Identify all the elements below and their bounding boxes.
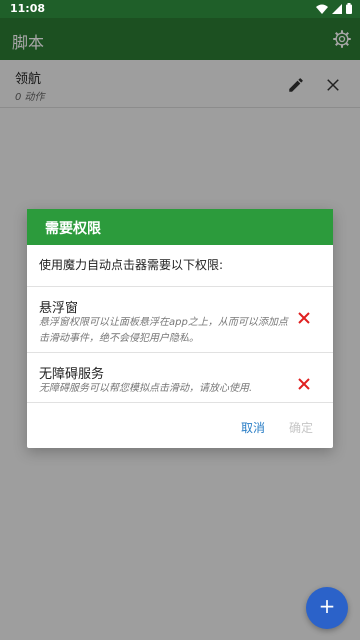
divider <box>27 352 333 353</box>
divider <box>27 286 333 287</box>
divider <box>27 402 333 403</box>
signal-icon <box>332 3 342 14</box>
x-icon <box>298 312 310 324</box>
status-time: 11:08 <box>10 2 46 15</box>
permission-title: 悬浮窗 <box>39 301 79 316</box>
dialog-description: 使用魔力自动点击器需要以下权限: <box>39 258 224 272</box>
permission-description: 无障碍服务可以帮您模拟点击滑动，请放心使用. <box>39 383 253 394</box>
status-icons <box>316 3 352 14</box>
plus-icon: + <box>318 594 336 618</box>
confirm-button[interactable]: 确定 <box>289 419 313 436</box>
permission-description: 悬浮窗权限可以让面板悬浮在app之上，从而可以添加点击滑动事件，绝不会侵犯用户隐… <box>39 317 288 344</box>
cancel-button[interactable]: 取消 <box>241 419 265 436</box>
x-icon <box>298 378 310 390</box>
permission-title: 无障碍服务 <box>39 367 105 382</box>
dialog-header: 需要权限 <box>27 209 333 245</box>
status-bar: 11:08 <box>0 0 360 18</box>
dialog-title: 需要权限 <box>45 221 101 237</box>
add-script-button[interactable]: + <box>306 587 348 629</box>
permission-dialog: 需要权限 使用魔力自动点击器需要以下权限: 悬浮窗 悬浮窗权限可以让面板悬浮在a… <box>27 209 333 448</box>
wifi-icon <box>316 4 328 14</box>
permission-item-overlay[interactable]: 悬浮窗 悬浮窗权限可以让面板悬浮在app之上，从而可以添加点击滑动事件，绝不会侵… <box>27 289 333 345</box>
battery-icon <box>346 3 352 14</box>
